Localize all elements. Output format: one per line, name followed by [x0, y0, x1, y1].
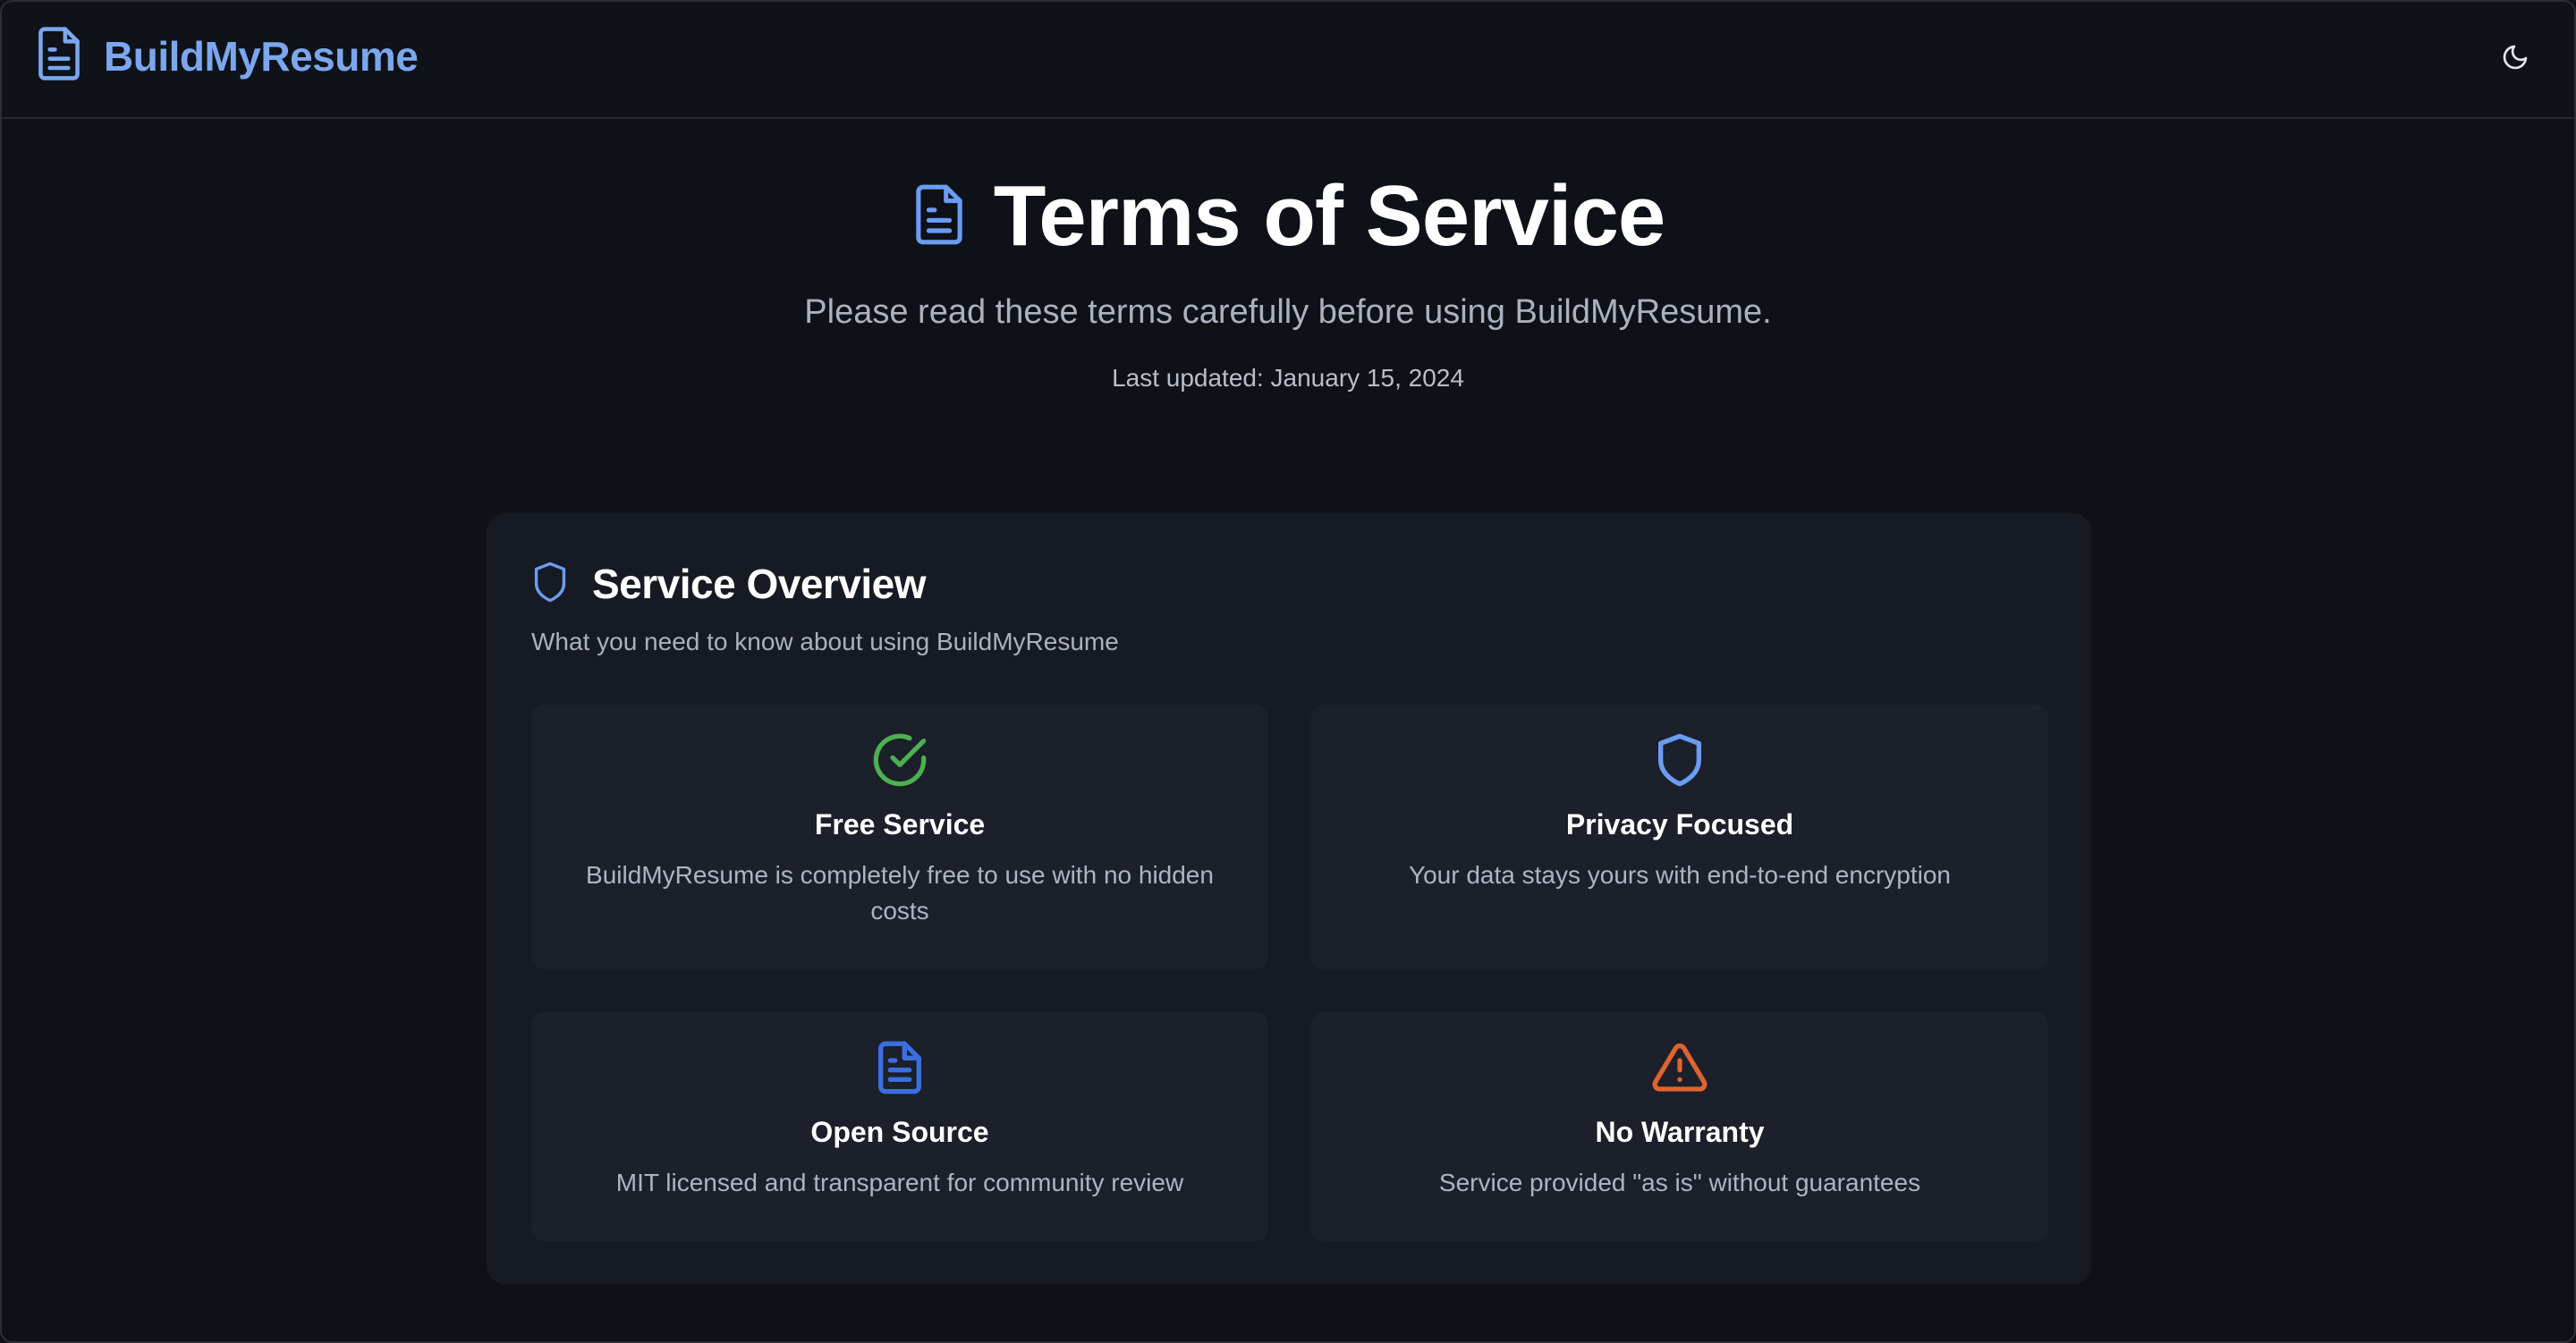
feature-tile-no-warranty: No Warranty Service provided "as is" wit… [1311, 1012, 2048, 1241]
hero-section: Terms of Service Please read these terms… [2, 163, 2574, 393]
file-text-icon [531, 1039, 1268, 1096]
page-title-row: Terms of Service [2, 163, 2574, 270]
app-window: BuildMyResume Terms of Service Please re… [0, 0, 2576, 1343]
shield-icon [531, 561, 569, 608]
feature-tile-free-service: Free Service BuildMyResume is completely… [531, 705, 1268, 969]
feature-description: MIT licensed and transparent for communi… [615, 1169, 1184, 1196]
feature-tile-privacy-focused: Privacy Focused Your data stays yours wi… [1311, 705, 2048, 969]
service-overview-card: Service Overview What you need to know a… [487, 513, 2091, 1284]
feature-title: Privacy Focused [1565, 808, 1794, 840]
last-updated-text: Last updated: January 15, 2024 [1112, 364, 1464, 392]
brand-name: BuildMyResume [104, 32, 419, 80]
shield-icon [1311, 731, 2048, 789]
page-title: Terms of Service [993, 168, 1666, 264]
feature-title: No Warranty [1595, 1116, 1765, 1148]
card-title: Service Overview [592, 561, 927, 607]
feature-title: Free Service [814, 808, 986, 840]
card-description: What you need to know about using BuildM… [531, 628, 1119, 655]
feature-title: Open Source [810, 1116, 989, 1148]
feature-description: Service provided "as is" without guarant… [1438, 1169, 1921, 1196]
card-header: Service Overview [531, 560, 927, 608]
feature-description: Your data stays yours with end-to-end en… [1409, 861, 1951, 889]
brand-logo-link[interactable]: BuildMyResume [34, 25, 419, 87]
feature-description: BuildMyResume is completely free to use … [586, 861, 1214, 925]
check-circle-icon [531, 731, 1268, 789]
top-navigation-bar: BuildMyResume [2, 2, 2574, 119]
page-subtitle: Please read these terms carefully before… [804, 293, 1772, 331]
file-text-icon [34, 25, 84, 87]
moon-icon [2501, 43, 2529, 76]
alert-triangle-icon [1311, 1039, 2048, 1096]
file-text-icon [911, 182, 967, 251]
theme-toggle-button[interactable] [2494, 38, 2537, 80]
feature-tile-open-source: Open Source MIT licensed and transparent… [531, 1012, 1268, 1241]
